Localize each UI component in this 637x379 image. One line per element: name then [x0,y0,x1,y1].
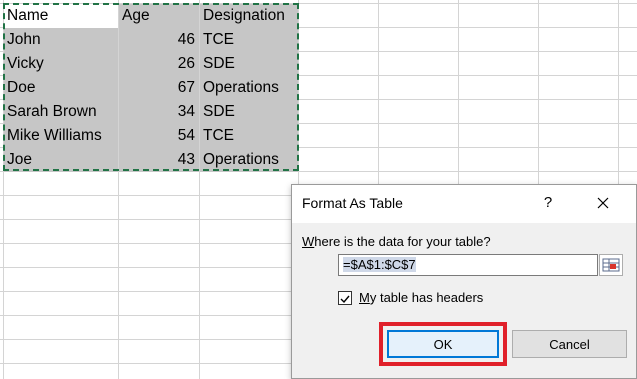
headers-label-text: y table has headers [369,290,484,305]
cell-a7[interactable]: Joe [4,148,118,172]
cell-b2[interactable]: 46 [119,28,199,52]
cell-a2[interactable]: John [4,28,118,52]
cell-b6[interactable]: 54 [119,124,199,148]
cell-b7[interactable]: 43 [119,148,199,172]
format-as-table-dialog: Format As Table ? Where is the data for … [291,184,637,379]
cell-c7[interactable]: Operations [200,148,298,172]
cell-c3[interactable]: SDE [200,52,298,76]
checkmark-icon [340,295,350,304]
cell-a4[interactable]: Doe [4,76,118,100]
cell-c6[interactable]: TCE [200,124,298,148]
cell-a5[interactable]: Sarah Brown [4,100,118,124]
ok-button[interactable]: OK [387,330,499,358]
dialog-title: Format As Table [302,195,403,211]
cell-c4[interactable]: Operations [200,76,298,100]
cell-a1[interactable]: Name [4,4,118,28]
cell-a3[interactable]: Vicky [4,52,118,76]
cell-c2[interactable]: TCE [200,28,298,52]
headers-checkbox-label[interactable]: My table has headers [359,290,483,305]
cell-b5[interactable]: 34 [119,100,199,124]
range-prompt-label: Where is the data for your table? [302,234,491,249]
cell-b3[interactable]: 26 [119,52,199,76]
access-key-w: W [302,234,315,249]
cell-c5[interactable]: SDE [200,100,298,124]
cell-c1[interactable]: Designation [200,4,298,28]
range-prompt-text: here is the data for your table? [314,234,491,249]
dialog-titlebar[interactable]: Format As Table ? [292,185,636,223]
range-collapse-icon[interactable] [599,254,623,276]
close-icon[interactable] [593,193,613,213]
headers-checkbox[interactable] [338,291,352,305]
range-value: =$A$1:$C$7 [343,257,416,272]
cell-b4[interactable]: 67 [119,76,199,100]
cell-a6[interactable]: Mike Williams [4,124,118,148]
access-key-m: M [359,290,370,305]
cancel-button[interactable]: Cancel [512,330,627,358]
table-range-input[interactable]: =$A$1:$C$7 [338,254,598,276]
cell-b1[interactable]: Age [119,4,199,28]
help-button[interactable]: ? [540,193,556,213]
